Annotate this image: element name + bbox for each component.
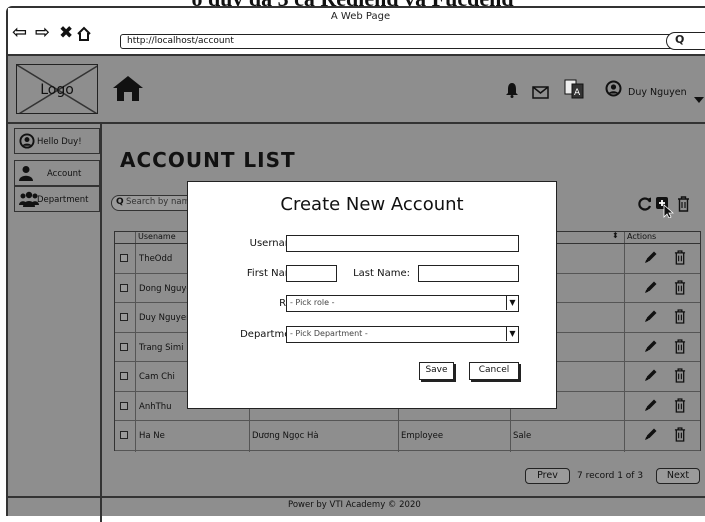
row-checkbox[interactable] <box>120 313 128 321</box>
footer-divider <box>8 496 705 498</box>
logo: Logo <box>16 64 98 114</box>
mail-icon[interactable] <box>532 84 549 103</box>
sidebar-divider <box>100 122 102 522</box>
edit-icon[interactable] <box>644 280 658 297</box>
trash-icon[interactable] <box>677 196 690 216</box>
cancel-button[interactable]: Cancel <box>469 362 519 380</box>
browser-search-field[interactable]: Q <box>666 32 705 50</box>
edit-icon[interactable] <box>644 309 658 326</box>
create-account-modal: Create New Account Username: First Name:… <box>187 181 557 409</box>
cell-username: Duy Nguyen <box>139 313 192 323</box>
sidebar-item-department[interactable]: Department <box>14 186 100 212</box>
cell-role: Employee <box>401 431 444 441</box>
chevron-down-icon: ▼ <box>506 296 518 310</box>
cell-username: TheOdd <box>139 254 173 264</box>
cell-username: Trang Simi <box>139 342 184 353</box>
user-name[interactable]: Duy Nguyen <box>628 87 687 98</box>
search-placeholder: Search by name <box>126 197 196 207</box>
sidebar-item-label: Account <box>47 169 82 179</box>
trash-icon[interactable] <box>674 279 686 298</box>
page-title: ACCOUNT LIST <box>120 148 296 172</box>
chevron-down-icon[interactable] <box>694 88 704 107</box>
users-icon <box>19 191 39 210</box>
refresh-icon[interactable] <box>637 196 653 216</box>
role-select-value: - Pick role - <box>290 298 335 307</box>
bell-icon[interactable] <box>505 82 519 102</box>
back-arrow-icon[interactable]: ⇦ <box>12 24 27 42</box>
next-button[interactable]: Next <box>656 468 700 484</box>
user-circle-icon <box>19 133 35 152</box>
row-checkbox[interactable] <box>120 254 128 262</box>
prev-button[interactable]: Prev <box>525 468 570 484</box>
lastname-label: Last Name: <box>353 268 410 279</box>
trash-icon[interactable] <box>674 309 686 327</box>
cell-username: AnhThu <box>139 401 172 412</box>
row-checkbox[interactable] <box>120 372 128 380</box>
role-select[interactable]: - Pick role - ▼ <box>286 295 519 312</box>
trash-icon[interactable] <box>674 397 686 416</box>
logo-text: Logo <box>40 82 74 98</box>
trash-icon[interactable] <box>674 338 686 357</box>
home-outline-icon[interactable] <box>76 26 92 46</box>
department-select[interactable]: - Pick Department - ▼ <box>286 326 519 343</box>
username-field[interactable] <box>286 235 519 252</box>
lastname-field[interactable] <box>418 265 519 282</box>
row-checkbox[interactable] <box>120 342 128 351</box>
sidebar-item-account[interactable]: Account <box>14 160 100 186</box>
edit-icon[interactable] <box>644 339 658 356</box>
footer-text: Power by VTI Academy © 2020 <box>288 500 421 510</box>
home-icon[interactable] <box>111 74 145 106</box>
row-checkbox[interactable] <box>120 431 128 439</box>
firstname-field[interactable] <box>286 265 337 282</box>
header-divider <box>8 122 705 124</box>
cell-fullname: Dương Ngọc Hà <box>252 431 319 441</box>
forward-arrow-icon[interactable]: ⇨ <box>35 24 50 42</box>
browser-titlebar: A Web Page ⇦ ⇨ ✖ http://localhost/accoun… <box>8 8 705 56</box>
close-icon[interactable]: ✖ <box>59 24 73 42</box>
cell-username: Ha Ne <box>139 431 165 441</box>
column-header-username[interactable]: Usename <box>138 232 176 241</box>
sidebar-item-hello[interactable]: Hello Duy! <box>14 128 100 154</box>
edit-icon[interactable] <box>644 427 658 444</box>
department-select-value: - Pick Department - <box>290 329 368 338</box>
edit-icon[interactable] <box>644 250 658 267</box>
pagination-info: 7 record 1 of 3 <box>577 471 644 481</box>
svg-text:A: A <box>574 88 581 98</box>
trash-icon[interactable] <box>674 427 686 445</box>
modal-title: Create New Account <box>280 194 464 215</box>
sidebar-item-label: Hello Duy! <box>37 137 82 147</box>
save-button[interactable]: Save <box>419 362 454 380</box>
edit-icon[interactable] <box>644 398 658 415</box>
chevron-down-icon: ▼ <box>506 327 518 341</box>
cell-department: Sale <box>513 431 532 441</box>
trash-icon[interactable] <box>674 250 686 268</box>
user-icon <box>19 165 33 184</box>
search-icon: Q <box>675 33 685 46</box>
row-checkbox[interactable] <box>120 283 128 292</box>
search-icon: Q <box>116 197 124 207</box>
translate-icon[interactable]: A <box>563 78 585 104</box>
user-circle-icon[interactable] <box>605 80 622 101</box>
window-title: A Web Page <box>330 11 391 22</box>
sort-icon[interactable]: ⬍ <box>612 231 619 240</box>
url-bar[interactable]: http://localhost/account <box>120 34 693 49</box>
row-checkbox[interactable] <box>120 401 128 410</box>
add-account-icon[interactable] <box>656 196 675 222</box>
trash-icon[interactable] <box>674 368 686 386</box>
table-row[interactable]: Ha Ne Dương Ngọc Hà Employee Sale <box>115 421 700 451</box>
cell-username: Cam Chi <box>139 372 175 382</box>
sidebar-item-label: Department <box>37 195 89 205</box>
edit-icon[interactable] <box>644 368 658 385</box>
column-header-actions: Actions <box>627 232 657 241</box>
